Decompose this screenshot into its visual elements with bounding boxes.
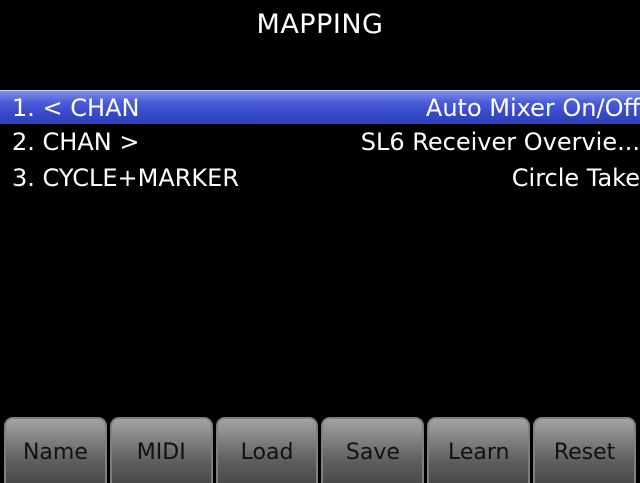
- learn-button[interactable]: Learn: [427, 417, 531, 483]
- mapping-function-label: 2. CHAN >: [12, 128, 140, 156]
- name-button[interactable]: Name: [4, 417, 107, 483]
- reset-button[interactable]: Reset: [533, 417, 636, 483]
- load-button[interactable]: Load: [215, 417, 319, 483]
- mapping-row-3[interactable]: 3. CYCLE+MARKER Circle Take: [0, 160, 640, 196]
- mapping-target-label: Auto Mixer On/Off: [425, 93, 640, 122]
- mapping-list: 1. < CHAN Auto Mixer On/Off 2. CHAN > SL…: [0, 90, 640, 196]
- mapping-function-label: 3. CYCLE+MARKER: [12, 164, 239, 192]
- page-title: MAPPING: [256, 9, 384, 40]
- mapping-row-1[interactable]: 1. < CHAN Auto Mixer On/Off: [0, 90, 640, 124]
- mapping-row-2[interactable]: 2. CHAN > SL6 Receiver Overvie...: [0, 124, 640, 160]
- mapping-screen: MAPPING 1. < CHAN Auto Mixer On/Off 2. C…: [0, 0, 640, 483]
- save-button[interactable]: Save: [321, 417, 425, 483]
- softkey-bar: Name MIDI Load Save Learn Reset: [0, 417, 640, 483]
- midi-button[interactable]: MIDI: [109, 417, 213, 483]
- mapping-function-label: 1. < CHAN: [12, 93, 140, 122]
- mapping-target-label: Circle Take: [511, 164, 640, 192]
- mapping-target-label: SL6 Receiver Overvie...: [360, 128, 640, 156]
